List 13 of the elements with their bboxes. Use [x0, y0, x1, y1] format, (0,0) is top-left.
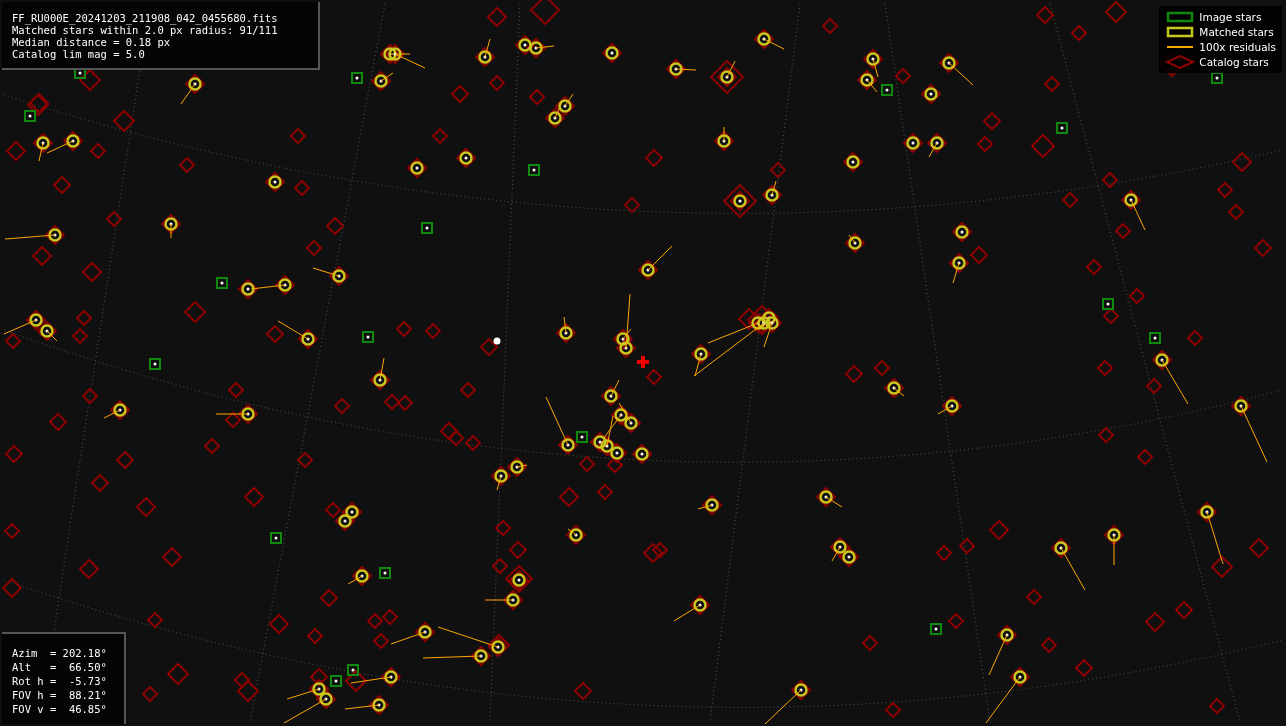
pointing-text: FOV v = 46.85° — [12, 702, 108, 716]
legend-label: Matched stars — [1199, 25, 1274, 39]
info-text: Matched stars within 2.0 px radius: 91/111 — [12, 24, 279, 36]
pointing-text: Rot h = -5.73° — [12, 674, 108, 688]
legend-label: Catalog stars — [1199, 55, 1269, 69]
legend-label: 100x residuals — [1199, 40, 1276, 54]
info-text: Catalog lim mag = 5.0 — [12, 48, 146, 60]
info-text: Median distance = 0.18 px — [12, 36, 172, 48]
pointing-text: Azim = 202.18° — [12, 646, 108, 660]
legend-label: Image stars — [1199, 10, 1262, 24]
pointing-text: Alt = 66.50° — [12, 660, 108, 674]
info-text: FF_RU000E_20241203_211908_042_0455680.fits — [12, 12, 279, 24]
pointing-text: FOV h = 88.21° — [12, 688, 108, 702]
